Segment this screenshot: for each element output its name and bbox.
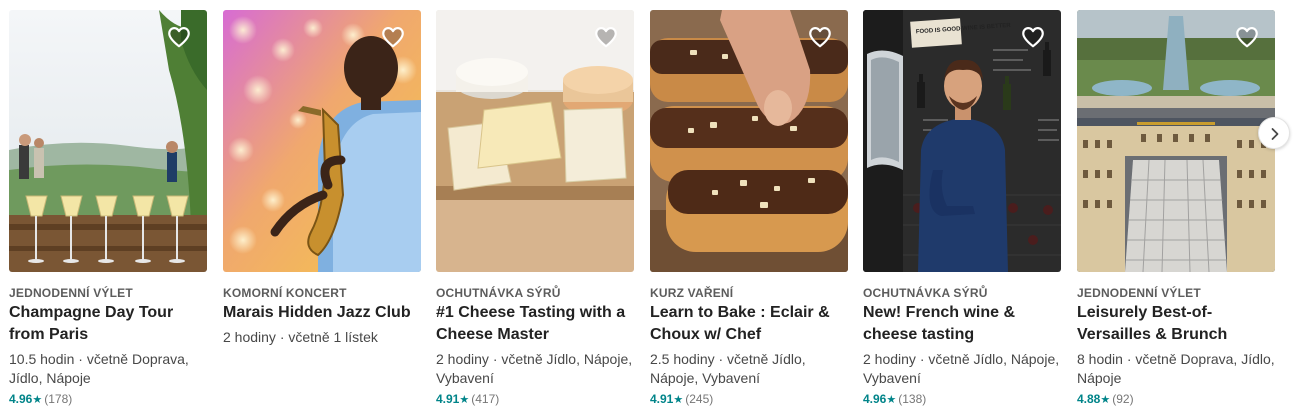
experience-rating: 4.88★ (92) bbox=[1077, 392, 1134, 407]
rating-score: 4.96 bbox=[9, 392, 33, 406]
rating-score: 4.91 bbox=[650, 392, 674, 406]
heart-outline-icon[interactable] bbox=[807, 24, 833, 50]
heart-outline-icon[interactable] bbox=[1234, 24, 1260, 50]
experience-category: KOMORNÍ KONCERT bbox=[223, 286, 347, 300]
experience-card[interactable]: OCHUTNÁVKA SÝRŮ #1 Cheese Tasting with a… bbox=[436, 10, 634, 406]
experience-category: OCHUTNÁVKA SÝRŮ bbox=[863, 286, 988, 300]
wine-shop-host-photo[interactable]: FOOD IS GOOD WINE IS BETTER bbox=[863, 10, 1061, 272]
experience-category: JEDNODENNÍ VÝLET bbox=[9, 286, 133, 300]
experience-title[interactable]: #1 Cheese Tasting with a Cheese Master bbox=[436, 302, 636, 346]
experience-details: 8 hodin · včetně Doprava, Jídlo, Nápoje bbox=[1077, 351, 1275, 386]
experience-category: OCHUTNÁVKA SÝRŮ bbox=[436, 286, 561, 300]
star-icon: ★ bbox=[459, 394, 470, 406]
review-count: (138) bbox=[898, 392, 927, 406]
heart-outline-icon[interactable] bbox=[166, 24, 192, 50]
experience-card[interactable]: JEDNODENNÍ VÝLET Champagne Day Tour from… bbox=[9, 10, 207, 406]
experience-card[interactable]: KOMORNÍ KONCERT Marais Hidden Jazz Club … bbox=[223, 10, 421, 406]
experience-rating: 4.91★ (245) bbox=[650, 392, 713, 407]
rating-score: 4.88 bbox=[1077, 392, 1101, 406]
experience-details: 10.5 hodin · včetně Doprava, Jídlo, Nápo… bbox=[9, 351, 189, 386]
saxophone-player-photo[interactable] bbox=[223, 10, 421, 272]
experience-title[interactable]: Leisurely Best-of-Versailles & Brunch bbox=[1077, 302, 1277, 346]
experience-title[interactable]: Learn to Bake : Eclair & Choux w/ Chef bbox=[650, 302, 850, 346]
experience-details: 2 hodiny · včetně Jídlo, Nápoje, Vybaven… bbox=[863, 351, 1060, 386]
cheese-board-photo[interactable] bbox=[436, 10, 634, 272]
heart-outline-icon[interactable] bbox=[1020, 24, 1046, 50]
rating-score: 4.91 bbox=[436, 392, 460, 406]
review-count: (178) bbox=[44, 392, 73, 406]
rating-score: 4.96 bbox=[863, 392, 887, 406]
experiences-carousel: JEDNODENNÍ VÝLET Champagne Day Tour from… bbox=[0, 0, 1299, 413]
carousel-next-button[interactable] bbox=[1258, 117, 1290, 149]
star-icon: ★ bbox=[886, 394, 897, 406]
experience-details: 2.5 hodiny · včetně Jídlo, Nápoje, Vybav… bbox=[650, 351, 806, 386]
experience-card[interactable]: JEDNODENNÍ VÝLET Leisurely Best-of-Versa… bbox=[1077, 10, 1275, 406]
heart-outline-icon[interactable] bbox=[380, 24, 406, 50]
experience-details: 2 hodiny · včetně Jídlo, Nápoje, Vybaven… bbox=[436, 351, 633, 386]
champagne-vineyard-photo[interactable] bbox=[9, 10, 207, 272]
experience-category: JEDNODENNÍ VÝLET bbox=[1077, 286, 1201, 300]
experience-title[interactable]: Champagne Day Tour from Paris bbox=[9, 302, 209, 346]
review-count: (92) bbox=[1112, 392, 1134, 406]
star-icon: ★ bbox=[32, 394, 43, 406]
review-count: (417) bbox=[471, 392, 500, 406]
experience-details: 2 hodiny · včetně 1 lístek bbox=[223, 329, 378, 345]
chevron-right-icon bbox=[1271, 128, 1279, 140]
versailles-aerial-photo[interactable] bbox=[1077, 10, 1275, 272]
heart-outline-icon[interactable] bbox=[593, 24, 619, 50]
experience-card[interactable]: KURZ VAŘENÍ Learn to Bake : Eclair & Cho… bbox=[650, 10, 848, 406]
experience-rating: 4.96★ (138) bbox=[863, 392, 926, 407]
star-icon: ★ bbox=[1100, 394, 1111, 406]
experience-title[interactable]: New! French wine & cheese tasting bbox=[863, 302, 1063, 346]
review-count: (245) bbox=[685, 392, 714, 406]
eclair-pastry-photo[interactable] bbox=[650, 10, 848, 272]
experience-card[interactable]: FOOD IS GOOD WINE IS BETTER OCHUTNÁVKA S… bbox=[863, 10, 1061, 406]
star-icon: ★ bbox=[673, 394, 684, 406]
experience-rating: 4.96★ (178) bbox=[9, 392, 72, 407]
experience-category: KURZ VAŘENÍ bbox=[650, 286, 734, 300]
experience-title[interactable]: Marais Hidden Jazz Club bbox=[223, 302, 423, 324]
experience-rating: 4.91★ (417) bbox=[436, 392, 499, 407]
